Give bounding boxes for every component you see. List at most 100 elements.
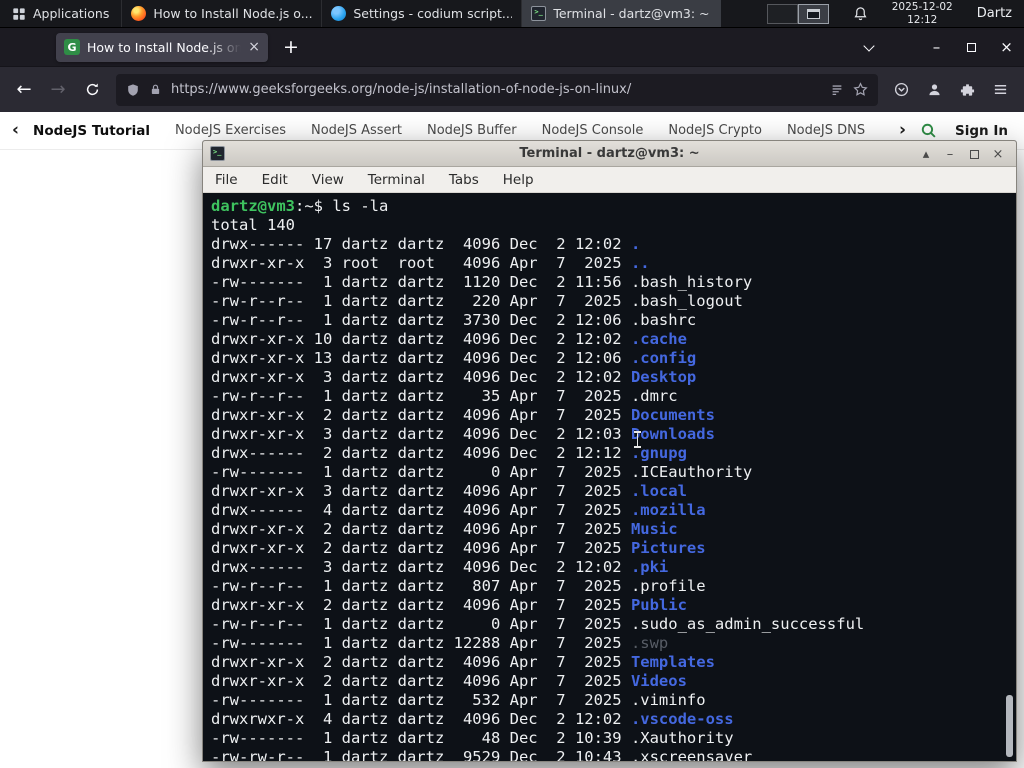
browser-minimize-button[interactable]: – — [919, 28, 954, 66]
sign-in-button[interactable]: Sign In — [955, 123, 1008, 139]
list-all-tabs-chevron-icon[interactable] — [863, 39, 875, 52]
site-nav-item[interactable]: NodeJS Console — [542, 123, 644, 138]
terminal-menu-help[interactable]: Help — [503, 172, 534, 188]
taskbar-button-codium[interactable]: Settings - codium script... — [321, 0, 521, 27]
url-text[interactable]: https://www.geeksforgeeks.org/node-js/in… — [171, 82, 821, 97]
extensions-icon[interactable] — [952, 75, 983, 105]
site-nav-item[interactable]: NodeJS Buffer — [427, 123, 517, 138]
applications-menu-button[interactable]: Applications — [0, 0, 121, 27]
terminal-menu-terminal[interactable]: Terminal — [368, 172, 425, 188]
file-name: .cache — [630, 330, 687, 348]
terminal-minimize-button[interactable]: – — [938, 141, 962, 167]
url-bar[interactable]: https://www.geeksforgeeks.org/node-js/in… — [116, 73, 878, 106]
file-meta: drwxr-xr-x 13 dartz dartz 4096 Dec 2 12:… — [211, 349, 631, 367]
terminal-menu-edit[interactable]: Edit — [262, 172, 288, 188]
site-nav-items: NodeJS Tutorial NodeJS Exercises NodeJS As… — [33, 123, 885, 139]
firefox-icon — [131, 6, 147, 21]
file-meta: -rw------- 1 dartz dartz 0 Apr 7 2025 — [211, 463, 631, 481]
terminal-close-button[interactable]: × — [986, 141, 1010, 167]
file-name: .viminfo — [630, 691, 706, 709]
terminal-menubar: File Edit View Terminal Tabs Help — [203, 167, 1016, 193]
notification-bell-icon[interactable] — [853, 6, 868, 21]
file-meta: drwx------ 3 dartz dartz 4096 Dec 2 12:0… — [211, 558, 631, 576]
workspace-cell-1[interactable] — [766, 3, 798, 24]
menu-hamburger-icon[interactable] — [985, 75, 1016, 105]
file-name: .ICEauthority — [630, 463, 753, 481]
back-button[interactable]: ← — [8, 74, 40, 106]
search-icon[interactable] — [920, 122, 937, 139]
site-nav-item[interactable]: NodeJS DNS — [787, 123, 865, 138]
file-meta: -rw-r--r-- 1 dartz dartz 807 Apr 7 2025 — [211, 577, 631, 595]
reload-button[interactable] — [76, 74, 108, 106]
terminal-scrollbar[interactable] — [1006, 695, 1013, 757]
terminal-menu-file[interactable]: File — [215, 172, 238, 188]
file-meta: drwxr-xr-x 3 root root 4096 Apr 7 2025 — [211, 254, 631, 272]
file-name: Public — [630, 596, 687, 614]
taskbar-button-firefox[interactable]: How to Install Node.js o... — [121, 0, 321, 27]
file-meta: drwxr-xr-x 2 dartz dartz 4096 Apr 7 2025 — [211, 520, 631, 538]
bookmark-star-icon[interactable] — [853, 82, 868, 97]
file-name: .. — [630, 254, 650, 272]
account-icon[interactable] — [919, 75, 950, 105]
terminal-screen[interactable]: dartz@vm3:~$ ls -la total 140 drwx------ 1… — [203, 193, 1016, 761]
terminal-file-row: drwxr-xr-x 2 dartz dartz 4096 Apr 7 2025… — [211, 596, 1016, 615]
terminal-menu-view[interactable]: View — [312, 172, 344, 188]
tab-close-icon[interactable]: × — [248, 39, 260, 55]
prompt-path: :~$ — [295, 197, 333, 215]
applications-label: Applications — [33, 6, 110, 21]
browser-toolbar: ← → https://www.geeksforgeeks.org/node-j… — [0, 66, 1024, 112]
reader-mode-icon[interactable] — [830, 83, 844, 97]
file-name: Documents — [630, 406, 715, 424]
panel-right: 2025-12-02 12:12 Dartz — [766, 0, 1024, 27]
browser-close-button[interactable]: × — [989, 28, 1024, 66]
terminal-prompt-line: dartz@vm3:~$ ls -la — [211, 197, 1016, 216]
file-name: .vscode-oss — [630, 710, 734, 728]
forward-button[interactable]: → — [42, 74, 74, 106]
terminal-shade-button[interactable]: ▴ — [914, 141, 938, 167]
terminal-file-row: drwxr-xr-x 10 dartz dartz 4096 Dec 2 12:… — [211, 330, 1016, 349]
nav-scroll-right-icon[interactable]: › — [899, 122, 906, 139]
terminal-menu-tabs[interactable]: Tabs — [449, 172, 479, 188]
site-nav-item[interactable]: NodeJS Assert — [311, 123, 402, 138]
terminal-file-row: drwxr-xr-x 13 dartz dartz 4096 Dec 2 12:… — [211, 349, 1016, 368]
file-meta: -rw------- 1 dartz dartz 1120 Dec 2 11:5… — [211, 273, 631, 291]
terminal-file-row: drwx------ 2 dartz dartz 4096 Dec 2 12:1… — [211, 444, 1016, 463]
file-meta: drwxr-xr-x 2 dartz dartz 4096 Apr 7 2025 — [211, 672, 631, 690]
nav-scroll-left-icon[interactable]: ‹ — [12, 122, 19, 139]
top-panel: Applications How to Install Node.js o...… — [0, 0, 1024, 28]
file-name: .bash_history — [630, 273, 753, 291]
file-meta: -rw-r--r-- 1 dartz dartz 220 Apr 7 2025 — [211, 292, 631, 310]
site-nav-item[interactable]: NodeJS Tutorial — [33, 123, 150, 139]
browser-maximize-button[interactable] — [954, 28, 989, 66]
site-nav-item[interactable]: NodeJS Exercises — [175, 123, 286, 138]
new-tab-button[interactable]: + — [276, 33, 306, 61]
terminal-file-row: -rw-r--r-- 1 dartz dartz 807 Apr 7 2025 … — [211, 577, 1016, 596]
file-meta: drwxr-xr-x 3 dartz dartz 4096 Dec 2 12:0… — [211, 425, 631, 443]
file-meta: drwx------ 17 dartz dartz 4096 Dec 2 12:… — [211, 235, 631, 253]
pocket-icon[interactable] — [886, 75, 917, 105]
terminal-file-row: -rw-rw-r-- 1 dartz dartz 9529 Dec 2 10:4… — [211, 748, 1016, 761]
file-meta: -rw-r--r-- 1 dartz dartz 35 Apr 7 2025 — [211, 387, 631, 405]
file-name: .bashrc — [630, 311, 697, 329]
workspace-pager[interactable] — [766, 3, 829, 24]
file-name: .sudo_as_admin_successful — [630, 615, 865, 633]
lock-icon[interactable] — [149, 83, 162, 96]
site-nav-item[interactable]: NodeJS Crypto — [668, 123, 762, 138]
taskbar-button-terminal[interactable]: Terminal - dartz@vm3: ~ — [521, 0, 722, 27]
terminal-file-row: drwxr-xr-x 3 dartz dartz 4096 Apr 7 2025… — [211, 482, 1016, 501]
file-name: Desktop — [630, 368, 697, 386]
codium-icon — [331, 6, 347, 21]
terminal-file-row: drwxr-xr-x 3 root root 4096 Apr 7 2025 .… — [211, 254, 1016, 273]
file-meta: drwxr-xr-x 2 dartz dartz 4096 Apr 7 2025 — [211, 596, 631, 614]
browser-tab-active[interactable]: G How to Install Node.js on × — [56, 32, 268, 62]
terminal-file-row: drwxr-xr-x 3 dartz dartz 4096 Dec 2 12:0… — [211, 368, 1016, 387]
workspace-cell-2-active[interactable] — [797, 3, 829, 24]
terminal-file-row: drwx------ 3 dartz dartz 4096 Dec 2 12:0… — [211, 558, 1016, 577]
file-name: Pictures — [630, 539, 706, 557]
tracking-shield-icon[interactable] — [126, 83, 140, 97]
terminal-file-row: -rw------- 1 dartz dartz 12288 Apr 7 202… — [211, 634, 1016, 653]
terminal-maximize-button[interactable] — [962, 141, 986, 167]
user-menu[interactable]: Dartz — [977, 6, 1012, 21]
panel-clock[interactable]: 2025-12-02 12:12 — [892, 1, 953, 26]
terminal-titlebar[interactable]: Terminal - dartz@vm3: ~ ▴ – × — [203, 141, 1016, 167]
